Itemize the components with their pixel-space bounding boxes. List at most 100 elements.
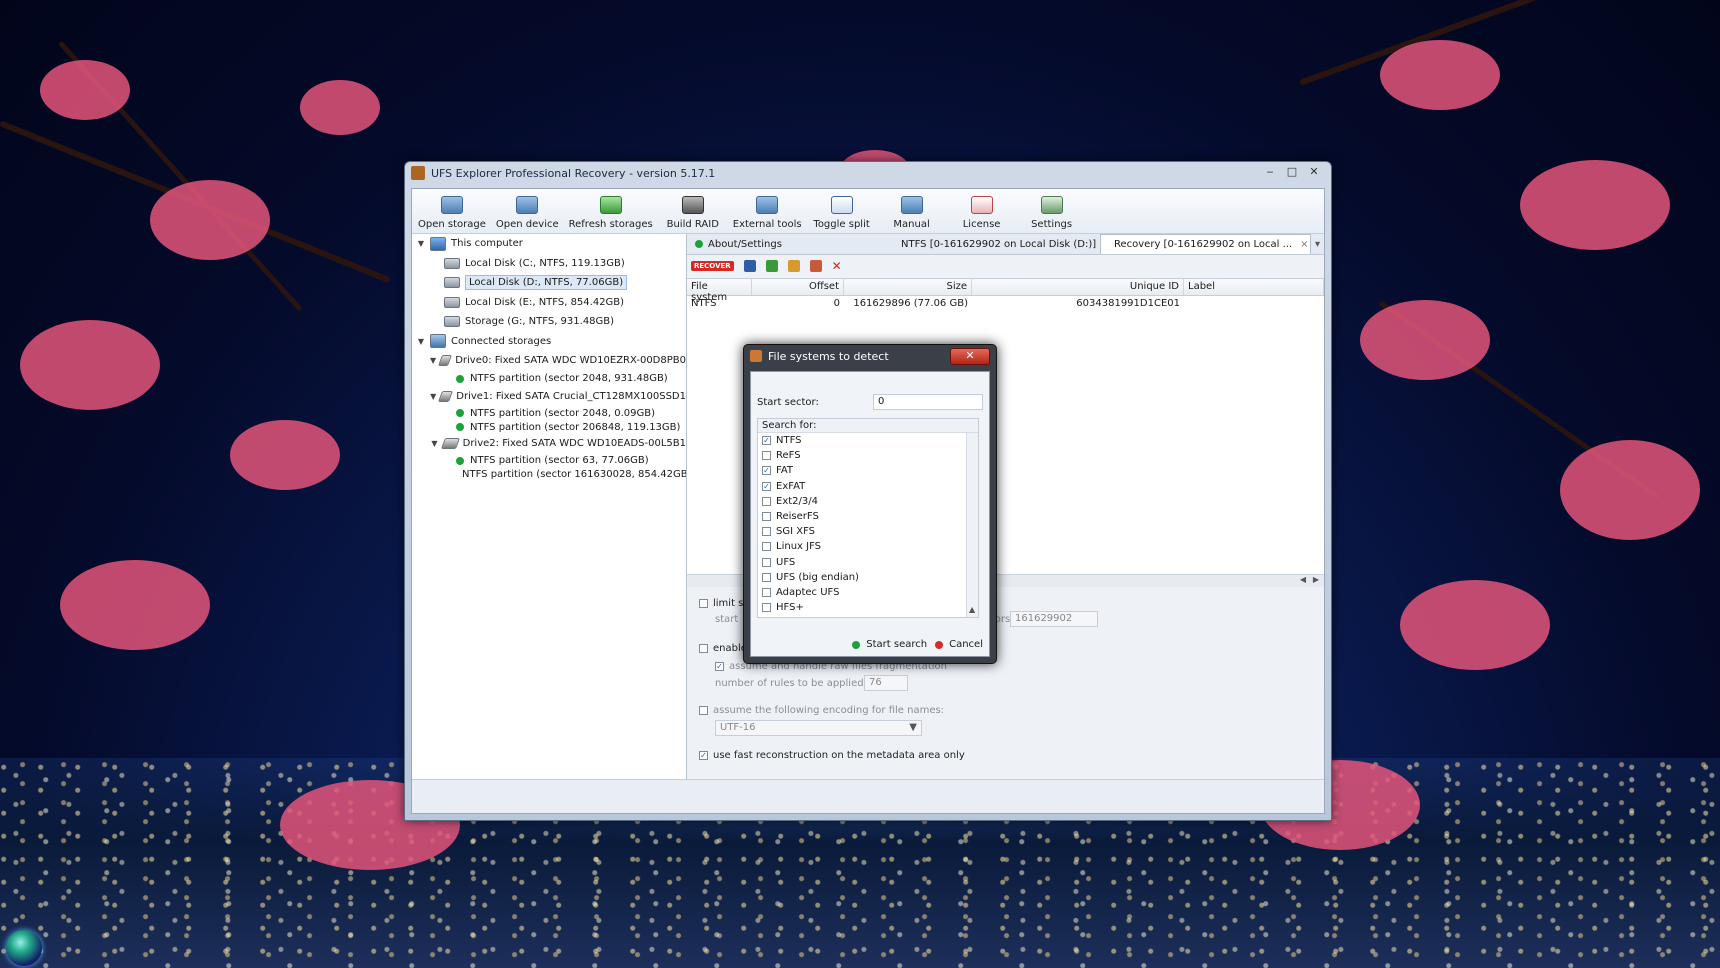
checkbox[interactable] — [762, 496, 771, 506]
start-sector-input[interactable]: 0 — [873, 394, 983, 410]
refresh-storages-button[interactable]: Refresh storages — [569, 196, 653, 233]
encoding-select[interactable]: UTF-16 ▼ — [715, 720, 922, 736]
encoding-checkbox[interactable]: assume the following encoding for file n… — [699, 705, 944, 716]
filesystem-option[interactable]: ✓ FAT — [758, 463, 978, 478]
tree-node-drive0[interactable]: ▼ Drive0: Fixed SATA WDC WD10EZRX-00D8PB… — [412, 351, 686, 371]
search-icon[interactable] — [743, 260, 756, 272]
toggle-split-button[interactable]: Toggle split — [812, 196, 872, 233]
license-button[interactable]: License — [952, 196, 1012, 233]
filesystem-option[interactable]: ✓ ExFAT — [758, 479, 978, 494]
checkbox[interactable] — [762, 572, 771, 582]
tree-node-disk-e[interactable]: Local Disk (E:, NTFS, 854.42GB) — [412, 293, 686, 313]
recover-button[interactable]: RECOVER — [691, 261, 734, 271]
start-button[interactable] — [6, 930, 42, 966]
filesystem-option[interactable]: ReFS — [758, 448, 978, 463]
collapse-icon[interactable]: ▼ — [430, 392, 436, 401]
tab-about-settings[interactable]: About/Settings — [687, 235, 888, 254]
settings-button[interactable]: Settings — [1022, 196, 1082, 233]
limit-scan-checkbox[interactable]: limit sc — [699, 598, 749, 609]
tree-node-partition[interactable]: NTFS partition (sector 206848, 119.13GB) — [412, 420, 686, 434]
tree-node-connected-storages[interactable]: ▼ Connected storages — [412, 332, 686, 352]
fast-reconstruction-checkbox[interactable]: ✓ use fast reconstruction on the metadata… — [699, 750, 965, 761]
tree-node-disk-c[interactable]: Local Disk (C:, NTFS, 119.13GB) — [412, 254, 686, 274]
checkbox[interactable]: ✓ — [762, 436, 771, 446]
scroll-up-icon[interactable]: ▲ — [969, 605, 975, 614]
filesystem-option-label: UFS (big endian) — [776, 571, 859, 583]
tabs-menu-icon[interactable]: ▾ — [1315, 239, 1320, 250]
rules-field[interactable]: 76 — [864, 675, 908, 691]
dialog-close-button[interactable]: ✕ — [950, 347, 990, 365]
build-raid-button[interactable]: Build RAID — [663, 196, 723, 233]
checkbox[interactable]: ✓ — [762, 466, 771, 476]
filesystem-option[interactable]: SGI XFS — [758, 524, 978, 539]
status-dot-icon — [456, 456, 464, 465]
scroll-right-icon[interactable]: ▶ — [1313, 575, 1319, 584]
checkbox[interactable] — [762, 527, 771, 537]
checkbox[interactable] — [762, 451, 771, 461]
filesystem-option[interactable]: UFS (big endian) — [758, 570, 978, 585]
filesystem-option[interactable]: Ext2/3/4 — [758, 494, 978, 509]
column-header[interactable]: Label — [1184, 279, 1324, 295]
filesystem-option[interactable]: Linux JFS — [758, 539, 978, 554]
tree-node-partition[interactable]: NTFS partition (sector 161630028, 854.42… — [412, 468, 686, 482]
sectors-field[interactable]: 161629902 — [1010, 611, 1098, 627]
tree-node-drive1[interactable]: ▼ Drive1: Fixed SATA Crucial_CT128MX100S… — [412, 387, 686, 407]
filesystem-option[interactable]: ✓ NTFS — [758, 433, 978, 448]
chevron-down-icon[interactable]: ▼ — [909, 722, 917, 733]
open-storage-button[interactable]: Open storage — [418, 196, 486, 233]
tree-node-partition[interactable]: NTFS partition (sector 2048, 931.48GB) — [412, 371, 686, 387]
tree-node-disk-d[interactable]: Local Disk (D:, NTFS, 77.06GB) — [412, 273, 686, 293]
column-header[interactable]: Size — [844, 279, 972, 295]
add-icon[interactable] — [765, 260, 778, 272]
start-search-button[interactable]: Start search — [852, 639, 927, 650]
tree-node-partition[interactable]: NTFS partition (sector 2048, 0.09GB) — [412, 406, 686, 420]
column-header[interactable]: File system — [687, 279, 752, 303]
list-scrollbar[interactable]: ▲ ▼ — [966, 433, 978, 617]
close-button[interactable]: ✕ — [1303, 165, 1325, 181]
cancel-button[interactable]: Cancel — [935, 639, 983, 650]
filesystem-option[interactable]: Adaptec UFS — [758, 585, 978, 600]
tree-node-drive2[interactable]: ▼ Drive2: Fixed SATA WDC WD10EADS-00L5B1 — [412, 434, 686, 454]
tree-node-partition[interactable]: NTFS partition (sector 63, 77.06GB) — [412, 454, 686, 468]
filesystem-option[interactable]: ReiserFS — [758, 509, 978, 524]
title-bar[interactable]: UFS Explorer Professional Recovery - ver… — [405, 162, 1331, 184]
copy-icon[interactable] — [809, 260, 822, 272]
tree-node-storage-g[interactable]: Storage (G:, NTFS, 931.48GB) — [412, 312, 686, 332]
checkbox[interactable] — [762, 512, 771, 522]
external-tools-button[interactable]: External tools — [733, 196, 802, 233]
enable-checkbox[interactable]: enable — [699, 643, 747, 654]
scroll-left-icon[interactable]: ◀ — [1300, 575, 1306, 584]
tab-ntfs[interactable]: NTFS [0-161629902 on Local Disk (D:)] — [888, 235, 1100, 254]
table-row[interactable]: NTFS 0 161629896 (77.06 GB) 6034381991D1… — [687, 296, 1324, 312]
filesystem-option[interactable]: HFS+ — [758, 600, 978, 615]
edit-icon[interactable] — [787, 260, 800, 272]
column-header[interactable]: Unique ID — [972, 279, 1184, 295]
column-header[interactable]: Offset — [752, 279, 844, 295]
open-device-button[interactable]: Open device — [496, 196, 559, 233]
tab-close-icon[interactable]: × — [1300, 239, 1308, 250]
filesystem-option[interactable]: UFS — [758, 555, 978, 570]
disk-icon — [444, 257, 460, 269]
scroll-down-icon[interactable]: ▼ — [969, 617, 975, 618]
tree-node-this-computer[interactable]: ▼ This computer — [412, 234, 686, 254]
collapse-icon[interactable]: ▼ — [416, 239, 426, 248]
computer-icon — [430, 236, 446, 251]
minimize-button[interactable]: ‒ — [1259, 165, 1281, 181]
checkbox[interactable] — [762, 587, 771, 597]
maximize-button[interactable]: □ — [1281, 165, 1303, 181]
delete-icon[interactable]: ✕ — [832, 259, 842, 273]
collapse-icon[interactable]: ▼ — [430, 356, 436, 365]
status-dot-icon — [695, 240, 703, 248]
checkbox[interactable] — [762, 557, 771, 567]
collapse-icon[interactable]: ▼ — [416, 337, 426, 346]
checkbox[interactable]: ✓ — [762, 481, 771, 491]
dialog-title-bar[interactable]: File systems to detect ✕ — [744, 345, 996, 367]
checkbox[interactable] — [762, 603, 771, 613]
collapse-icon[interactable]: ▼ — [430, 439, 439, 448]
recovery-toolbar: RECOVER ✕ — [687, 255, 1324, 277]
manual-button[interactable]: Manual — [882, 196, 942, 233]
checkbox[interactable] — [762, 542, 771, 552]
status-dot-icon — [456, 423, 464, 431]
tab-recovery[interactable]: Recovery [0-161629902 on Local ... × — [1100, 234, 1311, 254]
dialog-body: Start sector: 0 Search for: ✓ NTFS ReFS ✓ FA… — [750, 371, 990, 657]
